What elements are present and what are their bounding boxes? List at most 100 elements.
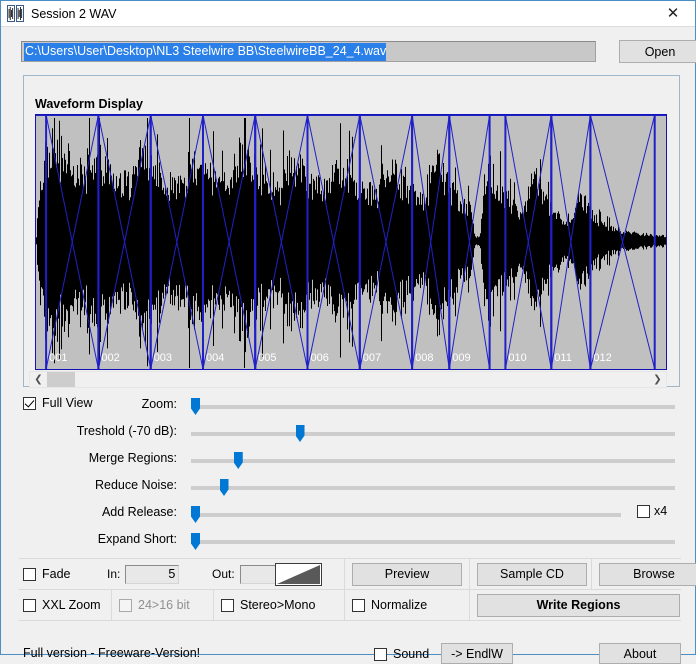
divider xyxy=(213,590,214,620)
sound-checkbox[interactable]: Sound xyxy=(374,647,429,661)
slider-thumb-expand-short[interactable] xyxy=(191,533,200,550)
svg-text:009: 009 xyxy=(452,352,470,364)
window-title: Session 2 WAV xyxy=(31,6,117,21)
xxl-zoom-checkbox[interactable]: XXL Zoom xyxy=(23,590,101,620)
bit-convert-label: 24>16 bit xyxy=(138,598,190,612)
slider-thumb-zoom[interactable] xyxy=(191,398,200,415)
normalize-label: Normalize xyxy=(371,598,428,612)
scroll-left-icon[interactable]: ❮ xyxy=(30,372,47,387)
write-regions-cell: Write Regions xyxy=(477,590,680,620)
xxl-zoom-check-icon[interactable] xyxy=(23,598,36,612)
bottom-panel: Fade In: 5 Out: 0 xyxy=(19,558,696,621)
slider-thumb-threshold[interactable] xyxy=(295,425,305,442)
svg-text:003: 003 xyxy=(154,352,172,364)
x4-label: x4 xyxy=(654,504,668,518)
waveform-canvas[interactable]: 001 002 003 004 005 006 007 008 009 010 011 012 xyxy=(36,115,666,369)
slider-row-merge-regions: Merge Regions: xyxy=(1,449,696,476)
stereo-mono-label: Stereo>Mono xyxy=(240,598,316,612)
slider-thumb-merge-regions[interactable] xyxy=(233,452,243,469)
divider xyxy=(111,590,112,620)
xxl-zoom-label: XXL Zoom xyxy=(42,598,101,612)
normalize-check-icon[interactable] xyxy=(352,598,365,612)
stereo-mono-checkbox[interactable]: Stereo>Mono xyxy=(221,590,315,620)
slider-row-reduce-noise: Reduce Noise: xyxy=(1,476,696,503)
slider-track-merge-regions[interactable] xyxy=(191,459,675,463)
fade-in-input[interactable]: 5 xyxy=(125,564,180,584)
x4-check-icon[interactable] xyxy=(637,504,650,518)
slider-label-zoom: Zoom: xyxy=(141,397,177,411)
scroll-right-icon[interactable]: ❯ xyxy=(649,372,666,387)
bottom-row-options: XXL Zoom 24>16 bit Stereo>Mono Normalize… xyxy=(19,589,681,620)
slider-track-add-release[interactable] xyxy=(191,513,621,517)
stereo-mono-check-icon[interactable] xyxy=(221,598,234,612)
divider xyxy=(469,559,470,589)
slider-label-threshold: Treshold (-70 dB): xyxy=(76,424,177,438)
svg-text:008: 008 xyxy=(415,352,433,364)
divider xyxy=(344,590,345,620)
endlw-button[interactable]: -> EndlW xyxy=(441,643,513,664)
fade-in-group: In: 5 xyxy=(107,559,180,589)
slider-row-zoom: Zoom: xyxy=(1,395,696,422)
file-path-row: C:\Users\User\Desktop\NL3 Steelwire BB\S… xyxy=(21,40,696,63)
client-area: C:\Users\User\Desktop\NL3 Steelwire BB\S… xyxy=(1,27,696,664)
svg-text:011: 011 xyxy=(554,352,572,364)
file-path-input[interactable]: C:\Users\User\Desktop\NL3 Steelwire BB\S… xyxy=(21,41,596,62)
slider-label-expand-short: Expand Short: xyxy=(97,532,177,546)
scrollbar-track[interactable] xyxy=(75,372,649,387)
slider-track-expand-short[interactable] xyxy=(191,540,675,544)
file-path-value: C:\Users\User\Desktop\NL3 Steelwire BB\S… xyxy=(24,42,387,61)
svg-text:001: 001 xyxy=(49,352,67,364)
slider-track-threshold[interactable] xyxy=(191,432,675,436)
svg-text:004: 004 xyxy=(206,352,224,364)
slider-track-reduce-noise[interactable] xyxy=(191,486,675,490)
svg-text:007: 007 xyxy=(363,352,381,364)
divider xyxy=(469,590,470,620)
status-text: Full version - Freeware-Version! xyxy=(23,646,201,660)
fade-out-label: Out: xyxy=(212,567,235,581)
bit-convert-checkbox: 24>16 bit xyxy=(119,590,190,620)
slider-track-zoom[interactable] xyxy=(191,405,675,409)
session2wav-window: Session 2 WAV ✕ C:\Users\User\Desktop\NL… xyxy=(0,0,696,664)
slider-row-add-release: Add Release: xyxy=(1,503,696,530)
fade-label: Fade xyxy=(42,567,71,581)
fade-checkbox[interactable]: Fade xyxy=(23,559,71,589)
fade-in-label: In: xyxy=(107,567,121,581)
about-button[interactable]: About xyxy=(599,643,681,664)
preview-button-cell: Preview xyxy=(352,559,462,589)
slider-row-threshold: Treshold (-70 dB): xyxy=(1,422,696,449)
sound-label: Sound xyxy=(393,647,430,661)
scrollbar-thumb[interactable] xyxy=(47,372,75,387)
waveform-icon xyxy=(7,5,24,22)
title-bar: Session 2 WAV ✕ xyxy=(1,1,695,27)
slider-thumb-reduce-noise[interactable] xyxy=(219,479,229,496)
slider-row-expand-short: Expand Short: xyxy=(1,530,696,557)
svg-text:006: 006 xyxy=(311,352,329,364)
sound-check-icon[interactable] xyxy=(374,647,387,661)
slider-label-reduce-noise: Reduce Noise: xyxy=(95,478,177,492)
open-button[interactable]: Open xyxy=(619,40,696,63)
waveform-display[interactable]: 001 002 003 004 005 006 007 008 009 010 011 012 xyxy=(35,114,667,370)
svg-text:010: 010 xyxy=(508,352,526,364)
fade-ramp-button[interactable] xyxy=(275,559,322,589)
bit-convert-check-icon xyxy=(119,598,132,612)
normalize-checkbox[interactable]: Normalize xyxy=(352,590,427,620)
close-button[interactable]: ✕ xyxy=(651,1,695,27)
slider-label-merge-regions: Merge Regions: xyxy=(88,451,177,465)
slider-label-add-release: Add Release: xyxy=(101,505,177,519)
write-regions-button[interactable]: Write Regions xyxy=(477,593,680,617)
bottom-row-fade: Fade In: 5 Out: 0 xyxy=(19,558,696,589)
slider-list: Zoom: Treshold (-70 dB): Merge Regions: Red… xyxy=(1,395,696,557)
svg-text:005: 005 xyxy=(258,352,276,364)
browse-button[interactable]: Browse xyxy=(599,562,696,586)
fade-check-icon[interactable] xyxy=(23,567,36,581)
fade-ramp-icon[interactable] xyxy=(275,562,322,586)
svg-text:002: 002 xyxy=(101,352,119,364)
slider-thumb-add-release[interactable] xyxy=(191,506,200,523)
divider xyxy=(344,559,345,589)
bottom-divider-row xyxy=(19,620,681,621)
x4-checkbox[interactable]: x4 xyxy=(637,504,667,518)
browse-button-cell: Browse xyxy=(570,559,696,589)
svg-text:012: 012 xyxy=(593,352,611,364)
waveform-scrollbar[interactable]: ❮ ❯ xyxy=(29,371,667,388)
preview-button[interactable]: Preview xyxy=(352,562,462,586)
